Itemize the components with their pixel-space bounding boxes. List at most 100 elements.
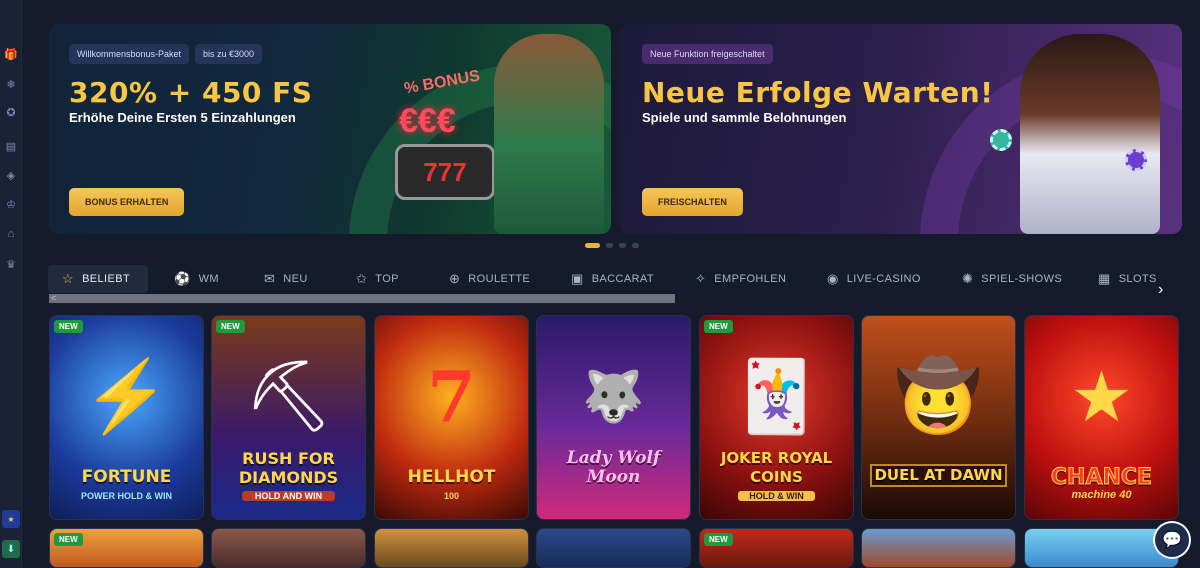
game-card[interactable] (211, 528, 366, 568)
new-badge: NEW (54, 320, 83, 333)
tab-wm[interactable]: ⚽ WM (174, 265, 219, 293)
tab-label: EMPFOHLEN (714, 273, 787, 285)
mascot-woman-art (1020, 34, 1160, 234)
game-card[interactable]: NEW (49, 528, 204, 568)
game-card[interactable]: NEW ⛏ RUSH FOR DIAMONDS HOLD AND WIN (211, 315, 366, 520)
lightning-icon: ⚡ (82, 357, 171, 436)
carousel-dot[interactable] (632, 243, 639, 248)
crown-icon[interactable]: ♛ (3, 256, 19, 272)
game-subtitle: 100 (443, 491, 460, 501)
game-card[interactable]: 7 HELLHOT 100 (374, 315, 529, 520)
ticket-icon: ✉ (264, 271, 276, 286)
cowboy-icon: 🤠 (894, 357, 983, 436)
game-title: Lady Wolf Moon (566, 448, 661, 487)
bonus-art-text: % BONUS (403, 67, 482, 98)
game-card[interactable]: 🐺 Lady Wolf Moon (536, 315, 691, 520)
game-card[interactable] (374, 528, 529, 568)
game-subtitle: machine 40 (1071, 489, 1132, 501)
new-badge: NEW (704, 320, 733, 333)
new-badge: NEW (54, 533, 83, 546)
achievements-banner[interactable]: Neue Funktion freigeschaltet Neue Erfolg… (620, 24, 1182, 234)
ball-icon: ⚽ (174, 271, 191, 286)
trophy-icon[interactable]: ♔ (3, 196, 19, 212)
tab-label: BACCARAT (591, 273, 654, 285)
unlock-button[interactable]: FREISCHALTEN (642, 188, 743, 216)
banner-subtitle: Erhöhe Deine Ersten 5 Einzahlungen (69, 110, 296, 125)
left-rail: 🎁 ❄ ✪ ▤ ◈ ♔ ⌂ ♛ ★ ⬇ (0, 0, 22, 568)
basket-icon[interactable]: ⌂ (3, 226, 19, 242)
tab-beliebt[interactable]: ☆ BELIEBT (48, 265, 149, 293)
game-card[interactable]: 🤠 DUEL AT DAWN (861, 315, 1016, 520)
carousel-dot[interactable] (606, 243, 613, 248)
banner-subtitle: Spiele und sammle Belohnungen (642, 110, 847, 125)
joker-icon: 🃏 (732, 357, 821, 436)
wheel-icon: ✺ (962, 271, 974, 286)
game-card[interactable] (861, 528, 1016, 568)
mascot-man-art (494, 34, 604, 234)
tabs-scrollbar[interactable] (49, 294, 675, 303)
tab-live-casino[interactable]: ◉ LIVE-CASINO (827, 265, 921, 293)
game-card[interactable] (536, 528, 691, 568)
game-card[interactable]: NEW (699, 528, 854, 568)
chip-icon (990, 129, 1012, 151)
tab-baccarat[interactable]: ▣ BACCARAT (571, 265, 654, 293)
card-icon[interactable]: ▤ (3, 138, 19, 154)
cards-icon: ▣ (571, 271, 584, 286)
tab-roulette[interactable]: ⊕ ROULETTE (449, 265, 530, 293)
miner-icon: ⛏ (244, 357, 333, 436)
game-title: FORTUNE (81, 467, 172, 487)
game-card[interactable]: NEW ⚡ FORTUNE POWER HOLD & WIN (49, 315, 204, 520)
carousel-dot[interactable] (585, 243, 600, 248)
tabs-next-arrow[interactable]: › (1158, 281, 1163, 299)
game-title: RUSH FOR DIAMONDS (238, 449, 339, 487)
banner-headline: Neue Erfolge Warten! (642, 76, 994, 109)
star-outline-icon: ✩ (356, 271, 368, 286)
slot-machine-art: 777 (395, 144, 495, 200)
tab-label: ROULETTE (468, 273, 531, 285)
language-flag-icon[interactable]: ★ (2, 510, 20, 528)
seven-icon: 7 (427, 355, 476, 439)
banner-headline: 320% + 450 FS (69, 76, 313, 109)
tab-label: NEU (283, 273, 308, 285)
game-title: DUEL AT DAWN (870, 464, 1007, 487)
tab-label: BELIEBT (82, 273, 131, 285)
game-subtitle: HOLD & WIN (738, 491, 815, 501)
get-bonus-button[interactable]: BONUS ERHALTEN (69, 188, 185, 216)
game-subtitle: POWER HOLD & WIN (81, 491, 172, 501)
tab-neu[interactable]: ✉ NEU (264, 265, 308, 293)
game-card[interactable]: ★ CHANCE machine 40 (1024, 315, 1179, 520)
carousel-dot[interactable] (619, 243, 626, 248)
category-tabs: ☆ BELIEBT ⚽ WM ✉ NEU ✩ TOP ⊕ ROULETTE ▣ BACCAR… (48, 265, 1188, 295)
tab-label: SPIEL-SHOWS (981, 273, 1063, 285)
euro-art-text: €€€ (399, 102, 456, 140)
tab-label: LIVE-CASINO (846, 273, 921, 285)
thumb-icon: ✧ (695, 271, 707, 286)
game-subtitle: HOLD AND WIN (242, 491, 335, 501)
tab-label: TOP (375, 273, 399, 285)
tab-top[interactable]: ✩ TOP (356, 265, 399, 293)
star-icon: ★ (1070, 358, 1133, 437)
tab-label: SLOTS (1118, 273, 1157, 285)
game-card[interactable]: NEW 🃏 JOKER ROYAL COINS HOLD & WIN (699, 315, 854, 520)
tab-spiel-shows[interactable]: ✺ SPIEL-SHOWS (962, 265, 1062, 293)
chat-bubble-icon: 💬 (1162, 532, 1182, 549)
bonus-package-tag: Willkommensbonus-Paket (69, 44, 190, 64)
badge-icon[interactable]: ✪ (3, 104, 19, 120)
download-icon[interactable]: ⬇ (2, 540, 20, 558)
wolf-icon: 🐺 (582, 368, 645, 425)
snowflake-icon[interactable]: ❄ (3, 76, 19, 92)
tab-empfohlen[interactable]: ✧ EMPFOHLEN (695, 265, 786, 293)
scroll-left-arrow[interactable]: < (51, 293, 56, 303)
new-feature-tag: Neue Funktion freigeschaltet (642, 44, 773, 64)
tab-slots[interactable]: ▦ SLOTS (1098, 265, 1157, 293)
new-badge: NEW (216, 320, 245, 333)
chat-button[interactable]: 💬 (1153, 521, 1191, 559)
roulette-icon: ⊕ (449, 271, 461, 286)
star-icon: ☆ (62, 271, 75, 286)
chip-icon: ◉ (827, 271, 839, 286)
carousel-dots[interactable] (585, 243, 639, 248)
welcome-bonus-banner[interactable]: Willkommensbonus-Paket bis zu €3000 320%… (49, 24, 611, 234)
game-title: HELLHOT (407, 467, 496, 487)
diamond-icon[interactable]: ◈ (3, 167, 19, 183)
gift-icon[interactable]: 🎁 (3, 46, 19, 62)
